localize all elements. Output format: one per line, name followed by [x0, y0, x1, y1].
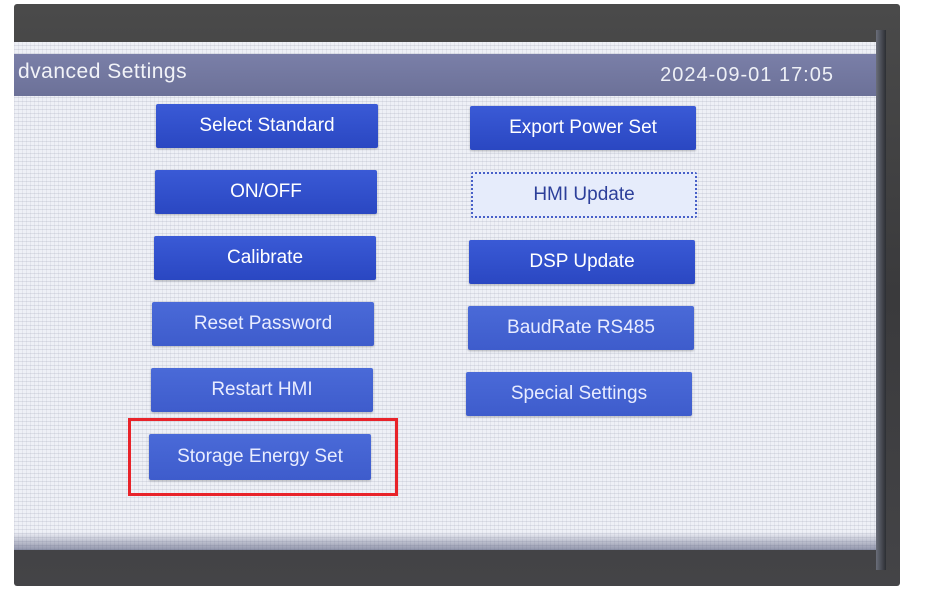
on-off-button[interactable]: ON/OFF: [155, 170, 377, 214]
dsp-update-button[interactable]: DSP Update: [469, 240, 695, 284]
calibrate-button[interactable]: Calibrate: [154, 236, 376, 280]
monitor-edge: [876, 30, 886, 570]
export-power-set-button[interactable]: Export Power Set: [470, 106, 696, 150]
page-title: dvanced Settings: [18, 60, 188, 83]
storage-energy-set-button[interactable]: Storage Energy Set: [149, 434, 371, 480]
restart-hmi-button[interactable]: Restart HMI: [151, 368, 373, 412]
special-settings-button[interactable]: Special Settings: [466, 372, 692, 416]
select-standard-button[interactable]: Select Standard: [156, 104, 378, 148]
photo-background: dvanced Settings 2024-09-01 17:05 Select…: [0, 0, 948, 600]
hmi-update-button[interactable]: HMI Update: [471, 172, 697, 218]
hmi-screen: dvanced Settings 2024-09-01 17:05 Select…: [14, 42, 876, 550]
reset-password-button[interactable]: Reset Password: [152, 302, 374, 346]
title-bar: dvanced Settings 2024-09-01 17:05: [14, 54, 876, 96]
baudrate-rs485-button[interactable]: BaudRate RS485: [468, 306, 694, 350]
datetime-display: 2024-09-01 17:05: [660, 64, 834, 86]
